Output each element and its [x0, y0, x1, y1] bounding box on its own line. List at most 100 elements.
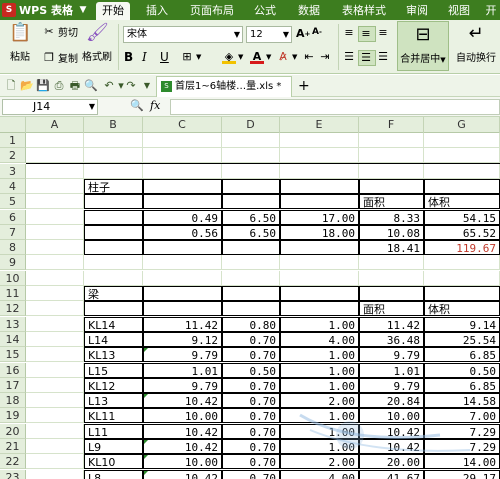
- cell-d3[interactable]: [222, 163, 280, 179]
- row-header[interactable]: 20: [0, 423, 26, 439]
- cell-g16[interactable]: 0.50: [424, 362, 500, 378]
- align-bottom-button[interactable]: ≡: [376, 26, 392, 40]
- cell-e19[interactable]: 1.00: [280, 408, 359, 424]
- cell-a4[interactable]: [26, 178, 84, 194]
- row-header[interactable]: 21: [0, 439, 26, 454]
- format-painter-button[interactable]: 🖌 格式刷: [80, 20, 114, 72]
- cell-e23[interactable]: 4.00: [280, 469, 359, 479]
- cell-g1[interactable]: [424, 133, 500, 148]
- document-tab[interactable]: S 首层1~6轴楼…量.xls *: [156, 76, 292, 97]
- cut-button[interactable]: ✂ 剪切: [42, 24, 78, 40]
- cell-b1[interactable]: [84, 133, 143, 148]
- cell-d23[interactable]: 0.70: [222, 469, 280, 479]
- wrap-text-button[interactable]: ↵ 自动换行: [454, 21, 498, 73]
- new-tab-plus-icon[interactable]: +: [298, 77, 312, 95]
- cell-a7[interactable]: [26, 224, 84, 240]
- cell-c14[interactable]: 9.12: [143, 331, 222, 347]
- cell-f7[interactable]: 10.08: [359, 224, 424, 240]
- tab-insert[interactable]: 插入: [140, 2, 174, 20]
- cell-a2[interactable]: [26, 148, 84, 164]
- cell-b23[interactable]: L8: [84, 469, 143, 479]
- cell-a11[interactable]: [26, 286, 84, 301]
- cell-e5[interactable]: [280, 194, 359, 210]
- shrink-font-button[interactable]: A-: [312, 27, 322, 37]
- formula-input[interactable]: [170, 99, 500, 115]
- cell-b2[interactable]: [84, 148, 143, 164]
- cell-c13[interactable]: 11.42: [143, 316, 222, 332]
- cell-a22[interactable]: [26, 454, 84, 470]
- function-icon[interactable]: fx: [150, 99, 164, 115]
- cell-c2[interactable]: [143, 148, 222, 164]
- cell-c5[interactable]: [143, 194, 222, 210]
- row-header[interactable]: 17: [0, 377, 26, 393]
- cell-b6[interactable]: [84, 209, 143, 225]
- cell-d20[interactable]: 0.70: [222, 423, 280, 439]
- cell-g11[interactable]: [424, 286, 500, 301]
- cell-g2[interactable]: [424, 148, 500, 164]
- cell-f3[interactable]: [359, 163, 424, 179]
- grow-font-button[interactable]: A +: [296, 27, 310, 40]
- cell-b5[interactable]: [84, 194, 143, 210]
- row-header[interactable]: 8: [0, 240, 26, 256]
- fill-color-button[interactable]: ◈ ▼: [222, 50, 243, 64]
- cell-a17[interactable]: [26, 377, 84, 393]
- cell-e10[interactable]: [280, 270, 359, 286]
- cell-e2[interactable]: [280, 148, 359, 164]
- row-header[interactable]: 9: [0, 255, 26, 271]
- cell-d7[interactable]: 6.50: [222, 224, 280, 240]
- row-header[interactable]: 15: [0, 347, 26, 363]
- cell-d12[interactable]: [222, 301, 280, 317]
- cell-e17[interactable]: 1.00: [280, 377, 359, 393]
- cell-c18[interactable]: 10.42: [143, 393, 222, 409]
- font-size-select[interactable]: 12 ▼: [246, 26, 292, 43]
- cell-g7[interactable]: 65.52: [424, 224, 500, 240]
- cell-f1[interactable]: [359, 133, 424, 148]
- cell-f13[interactable]: 11.42: [359, 316, 424, 332]
- tab-data[interactable]: 数据: [292, 2, 326, 20]
- row-header[interactable]: 4: [0, 178, 26, 194]
- cell-c23[interactable]: 10.42: [143, 469, 222, 479]
- cell-f4[interactable]: [359, 178, 424, 194]
- cell-c15[interactable]: 9.79: [143, 347, 222, 363]
- cell-f15[interactable]: 9.79: [359, 347, 424, 363]
- cell-g22[interactable]: 14.00: [424, 454, 500, 470]
- cell-a18[interactable]: [26, 393, 84, 409]
- cell-b14[interactable]: L14: [84, 331, 143, 347]
- cell-a12[interactable]: [26, 301, 84, 317]
- cell-b15[interactable]: KL13: [84, 347, 143, 363]
- cell-g8[interactable]: 119.67: [424, 240, 500, 256]
- align-middle-button[interactable]: ≡: [358, 26, 376, 42]
- clear-format-button[interactable]: A̷ ▼: [276, 50, 297, 64]
- row-header[interactable]: 10: [0, 270, 26, 286]
- cell-d2[interactable]: [222, 148, 280, 164]
- cell-g23[interactable]: 29.17: [424, 469, 500, 479]
- cell-g20[interactable]: 7.29: [424, 423, 500, 439]
- cell-f12[interactable]: 面积: [359, 301, 424, 317]
- cell-b17[interactable]: KL12: [84, 377, 143, 393]
- cell-f16[interactable]: 1.01: [359, 362, 424, 378]
- paste-button[interactable]: 📋 粘贴: [2, 20, 38, 72]
- cell-a6[interactable]: [26, 209, 84, 225]
- borders-button[interactable]: ⊞ ▼: [180, 50, 201, 64]
- select-all-corner[interactable]: [0, 117, 26, 133]
- cell-d17[interactable]: 0.70: [222, 377, 280, 393]
- cell-d6[interactable]: 6.50: [222, 209, 280, 225]
- cell-g4[interactable]: [424, 178, 500, 194]
- cell-e7[interactable]: 18.00: [280, 224, 359, 240]
- cell-d18[interactable]: 0.70: [222, 393, 280, 409]
- cell-a14[interactable]: [26, 331, 84, 347]
- tab-view[interactable]: 视图: [442, 2, 476, 20]
- cell-d21[interactable]: 0.70: [222, 439, 280, 454]
- tab-home[interactable]: 开始: [96, 2, 130, 20]
- cell-a5[interactable]: [26, 194, 84, 210]
- cell-a23[interactable]: [26, 469, 84, 479]
- cell-d19[interactable]: 0.70: [222, 408, 280, 424]
- tab-table-style[interactable]: 表格样式: [336, 2, 392, 20]
- bold-button[interactable]: B: [124, 50, 133, 64]
- cell-c7[interactable]: 0.56: [143, 224, 222, 240]
- cell-c4[interactable]: [143, 178, 222, 194]
- row-header[interactable]: 5: [0, 194, 26, 210]
- cell-a21[interactable]: [26, 439, 84, 454]
- row-header[interactable]: 2: [0, 148, 26, 164]
- cell-d10[interactable]: [222, 270, 280, 286]
